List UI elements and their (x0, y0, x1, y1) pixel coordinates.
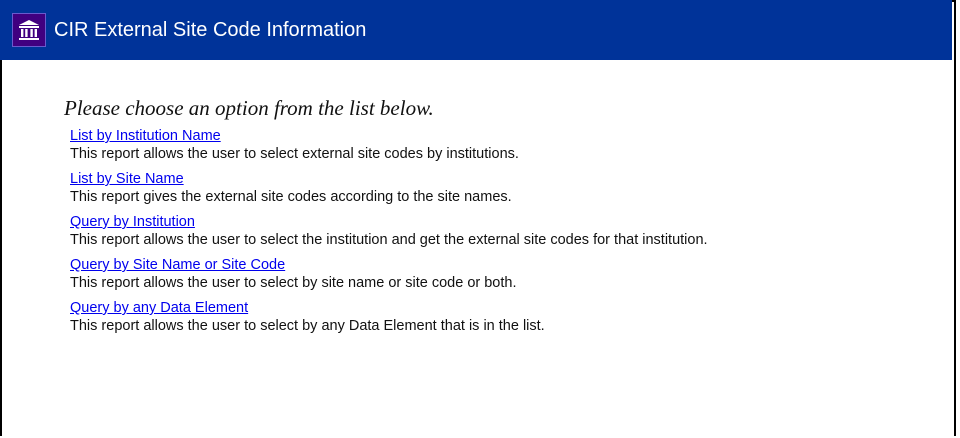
option-description: This report allows the user to select by… (70, 275, 517, 291)
option-query-by-any-data-element: Query by any Data Element This report al… (70, 299, 940, 336)
query-by-institution-link[interactable]: Query by Institution (70, 214, 195, 231)
query-by-site-name-or-site-code-link[interactable]: Query by Site Name or Site Code (70, 257, 285, 274)
option-list-by-institution-name: List by Institution Name This report all… (70, 127, 940, 164)
options-section: Please choose an option from the list be… (64, 96, 940, 342)
option-description: This report allows the user to select by… (70, 318, 545, 334)
option-query-by-site-name-or-code: Query by Site Name or Site Code This rep… (70, 256, 940, 293)
option-query-by-institution: Query by Institution This report allows … (70, 213, 940, 250)
page-title: CIR External Site Code Information (54, 18, 367, 41)
institution-building-icon (12, 13, 46, 47)
instruction-text: Please choose an option from the list be… (64, 96, 434, 120)
list-by-site-name-link[interactable]: List by Site Name (70, 171, 184, 188)
option-description: This report allows the user to select th… (70, 232, 708, 248)
option-list-by-site-name: List by Site Name This report gives the … (70, 170, 940, 207)
option-description: This report gives the external site code… (70, 189, 512, 205)
list-by-institution-name-link[interactable]: List by Institution Name (70, 128, 221, 145)
query-by-any-data-element-link[interactable]: Query by any Data Element (70, 300, 248, 317)
title-bar: CIR External Site Code Information (0, 0, 952, 60)
option-description: This report allows the user to select ex… (70, 146, 519, 162)
